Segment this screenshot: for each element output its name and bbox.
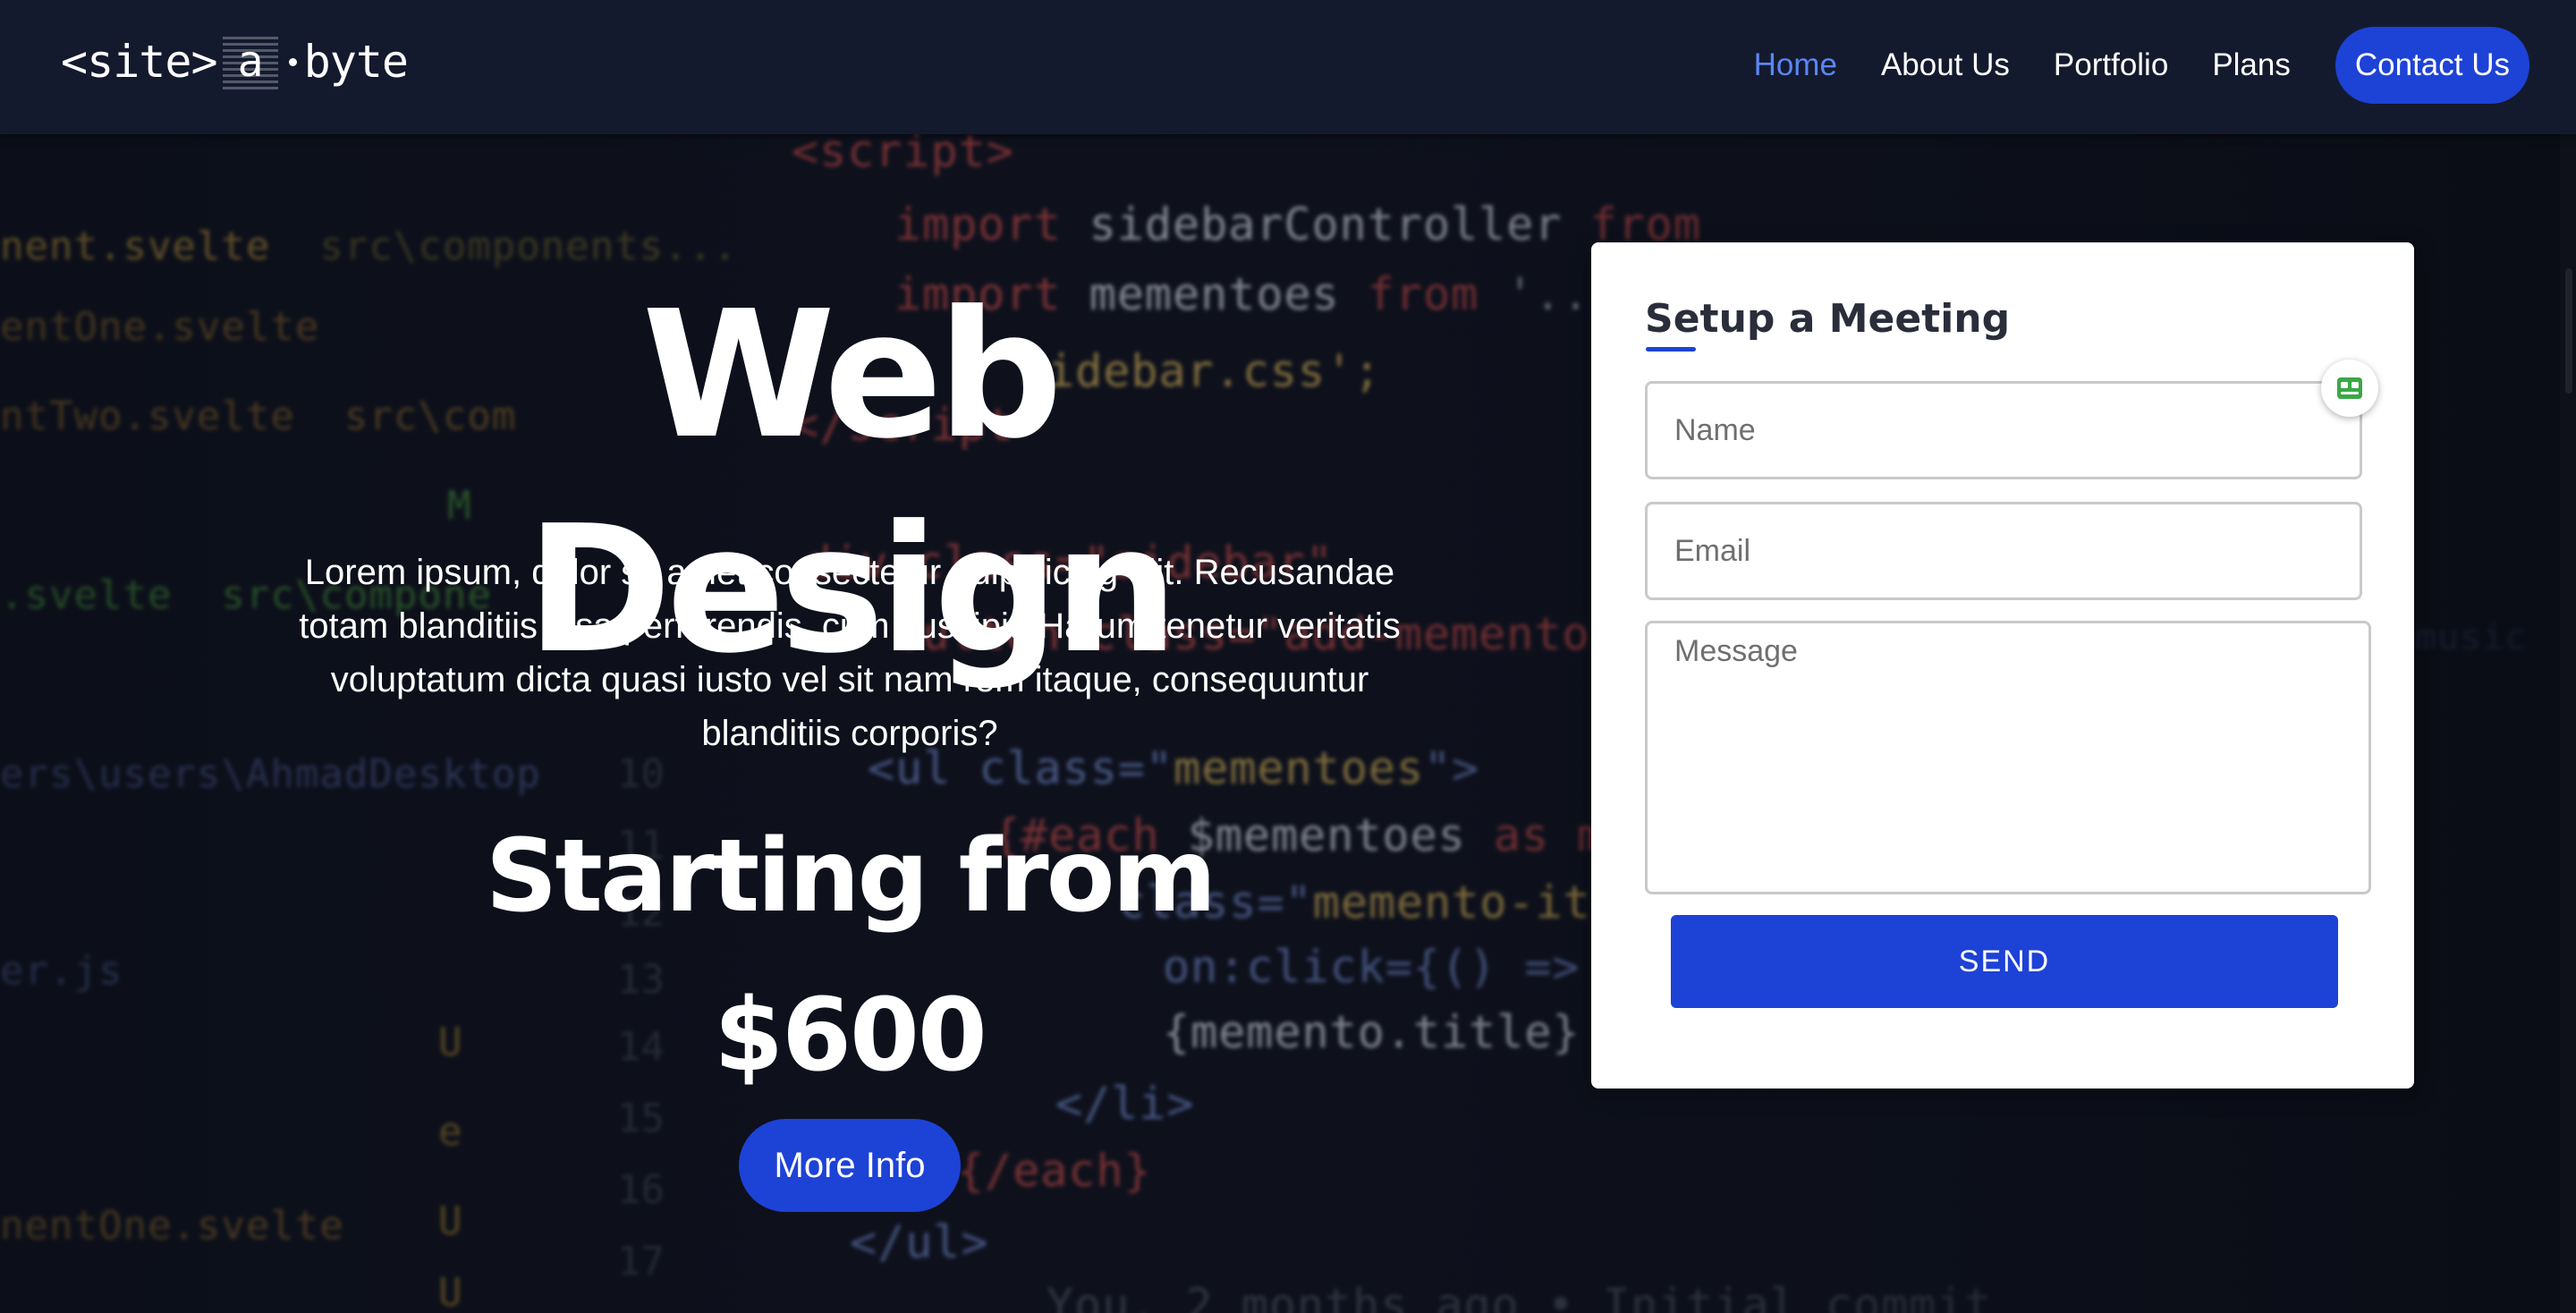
- logo-left-text: <site>: [61, 36, 218, 88]
- logo-dot-icon: [288, 57, 297, 66]
- logo-right-text: byte: [303, 36, 409, 88]
- nav-link-about-us[interactable]: About Us: [1881, 47, 2010, 83]
- form-title-underline: [1646, 347, 1696, 352]
- message-textarea[interactable]: [1645, 621, 2371, 894]
- hero-description: Lorem ipsum, dolor sit amet consectetur …: [299, 553, 1401, 753]
- starting-from-text: Starting from: [485, 818, 1216, 935]
- more-info-button[interactable]: More Info: [739, 1119, 961, 1212]
- logo-middle-text: a: [222, 34, 278, 89]
- price-text: $600: [714, 978, 987, 1094]
- nav-link-portfolio[interactable]: Portfolio: [2054, 47, 2168, 83]
- site-logo[interactable]: <site> a byte: [61, 30, 409, 93]
- email-input[interactable]: [1645, 502, 2362, 600]
- nav-link-plans[interactable]: Plans: [2212, 47, 2291, 83]
- password-manager-glyph-icon: [2337, 377, 2362, 399]
- contact-us-button[interactable]: Contact Us: [2334, 27, 2529, 104]
- name-input[interactable]: [1645, 381, 2362, 479]
- password-manager-icon[interactable]: [2321, 360, 2378, 417]
- page: <script> import sidebarController from i…: [0, 0, 2576, 1313]
- navbar: <site> a byte Home About Us Portfolio Pl…: [0, 0, 2576, 134]
- meeting-form-card: Setup a Meeting SEND: [1591, 242, 2414, 1089]
- scrollbar-thumb[interactable]: [2565, 268, 2572, 394]
- send-button[interactable]: SEND: [1671, 915, 2338, 1008]
- form-title: Setup a Meeting: [1645, 296, 2011, 342]
- nav-menu: Home About Us Portfolio Plans Contact Us: [1710, 27, 2529, 104]
- page-scrollbar[interactable]: [2560, 134, 2576, 1313]
- nav-link-home[interactable]: Home: [1754, 47, 1837, 83]
